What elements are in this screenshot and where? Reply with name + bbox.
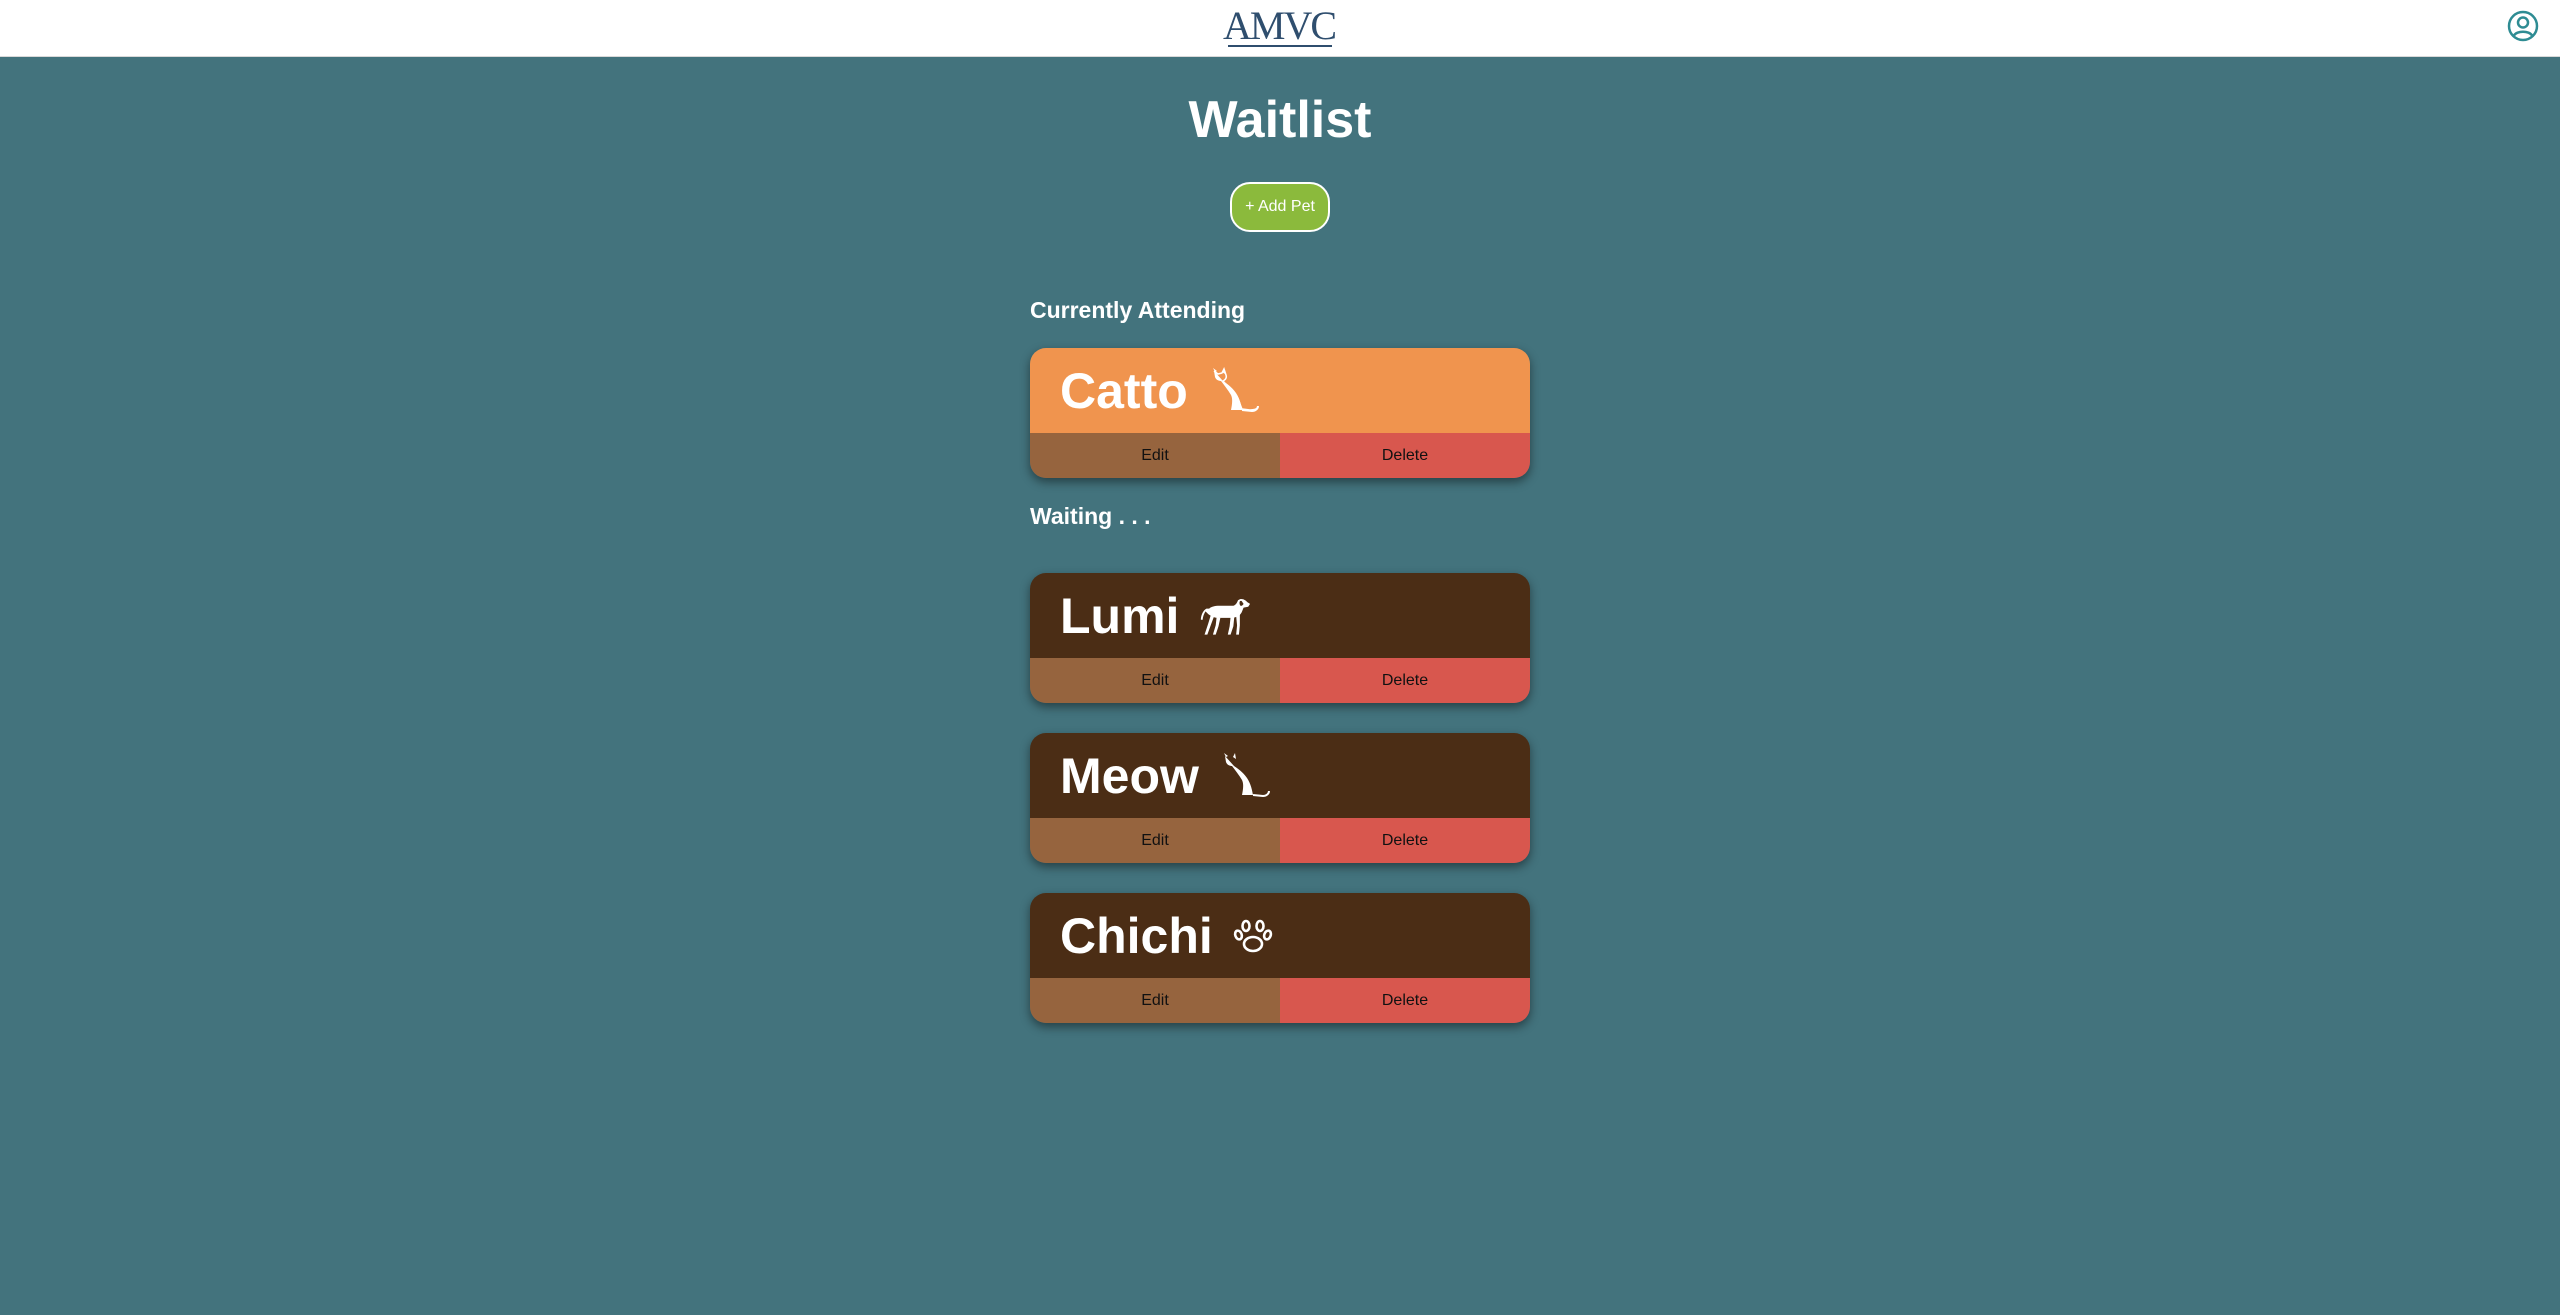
logo-underline [1228, 45, 1332, 47]
user-circle-icon[interactable] [2507, 10, 2539, 42]
delete-button[interactable]: Delete [1280, 658, 1530, 703]
edit-button[interactable]: Edit [1030, 818, 1280, 863]
pet-name: Lumi [1060, 587, 1180, 644]
dog-icon [1199, 590, 1251, 642]
pet-card-lumi: Lumi Edit Delete [1030, 573, 1530, 703]
pet-card-actions: Edit Delete [1030, 433, 1530, 478]
pet-card-actions: Edit Delete [1030, 978, 1530, 1023]
amvc-logo[interactable]: AMVC [1221, 4, 1337, 48]
pet-card-header: Chichi [1030, 893, 1530, 978]
pet-card-catto: Catto Edit Delete [1030, 348, 1530, 478]
cat-icon [1219, 750, 1271, 802]
pet-name: Catto [1060, 362, 1188, 419]
pet-card-meow: Meow Edit Delete [1030, 733, 1530, 863]
pet-card-chichi: Chichi Edit Delete [1030, 893, 1530, 1023]
cat-icon [1208, 365, 1260, 417]
edit-button[interactable]: Edit [1030, 658, 1280, 703]
pet-card-header: Lumi [1030, 573, 1530, 658]
add-pet-button[interactable]: + Add Pet [1230, 182, 1330, 232]
pet-name: Chichi [1060, 907, 1213, 964]
top-bar: AMVC [0, 0, 2560, 57]
waiting-heading: Waiting . . . [1030, 503, 1151, 529]
delete-button[interactable]: Delete [1280, 818, 1530, 863]
pet-card-header: Catto [1030, 348, 1530, 433]
page-title: Waitlist [1188, 91, 1372, 149]
paw-icon [1233, 910, 1285, 962]
delete-button[interactable]: Delete [1280, 978, 1530, 1023]
edit-button[interactable]: Edit [1030, 433, 1280, 478]
edit-button[interactable]: Edit [1030, 978, 1280, 1023]
currently-attending-heading: Currently Attending [1030, 297, 1246, 323]
pet-card-actions: Edit Delete [1030, 818, 1530, 863]
pet-card-actions: Edit Delete [1030, 658, 1530, 703]
delete-button[interactable]: Delete [1280, 433, 1530, 478]
pet-name: Meow [1060, 747, 1199, 804]
pet-card-header: Meow [1030, 733, 1530, 818]
